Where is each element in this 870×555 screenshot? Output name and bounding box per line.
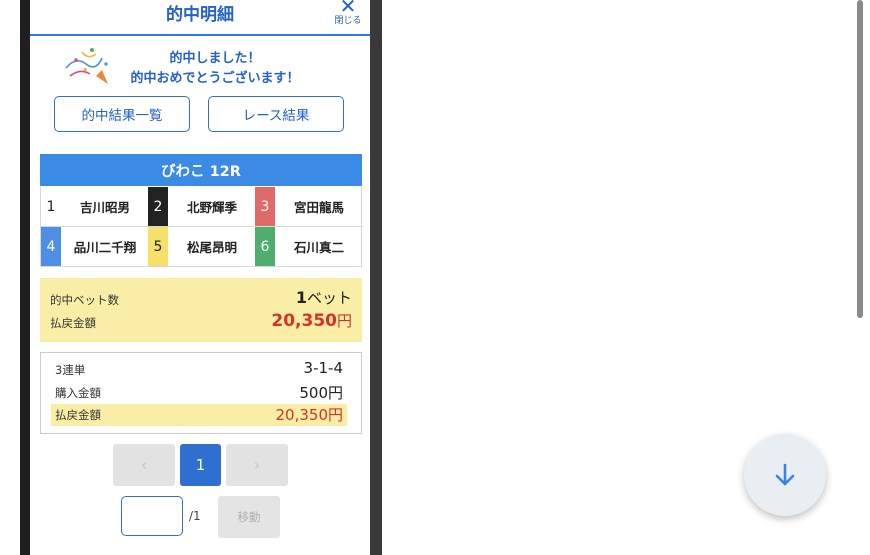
move-button[interactable]: 移動: [218, 496, 280, 538]
payout-label: 払戻金額: [50, 316, 96, 330]
bet-combination: 3-1-4: [303, 359, 343, 377]
racer-4: 4 品川二千翔: [41, 227, 148, 266]
hit-summary: 的中ベット数 1ベット 払戻金額 20,350円: [40, 278, 362, 342]
racer-name: 吉川昭男: [79, 200, 130, 215]
close-icon: ✕: [339, 0, 357, 18]
modal-frame-right: [370, 0, 382, 555]
next-page-button[interactable]: ›: [226, 444, 288, 486]
detail-payout-row: 払戻金額 20,350円: [51, 404, 347, 426]
modal-header: 的中明細 ✕ 閉じる: [30, 0, 370, 36]
congrats-message: 的中しました！ 的中おめでとうございます！: [30, 44, 370, 88]
purchase-row: 購入金額 500円: [51, 382, 347, 404]
racer-6: 6 石川真二: [255, 227, 362, 266]
racer-number: 6: [255, 227, 275, 266]
scrollbar-thumb[interactable]: [857, 0, 863, 318]
racer-name: 品川二千翔: [73, 240, 137, 255]
detail-payout-label: 払戻金額: [55, 408, 101, 422]
racer-number: 1: [41, 187, 61, 226]
racer-name: 松尾昂明: [186, 240, 237, 255]
hit-bets-label: 的中ベット数: [50, 293, 119, 307]
bet-type: 3連単: [55, 363, 86, 377]
racer-name: 石川真二: [293, 240, 344, 255]
bet-type-row: 3連単 3-1-4: [51, 359, 347, 381]
congrats-line-2: 的中おめでとうございます！: [130, 71, 300, 86]
page-total: /1: [189, 509, 201, 523]
modal-title: 的中明細: [166, 5, 234, 25]
racer-name: 北野輝季: [186, 200, 237, 215]
racer-1: 1 吉川昭男: [41, 187, 148, 226]
racer-number: 2: [148, 187, 168, 226]
racer-3: 3 宮田龍馬: [255, 187, 362, 226]
race-results-button[interactable]: レース結果: [208, 96, 344, 132]
detail-payout-value: 20,350円: [275, 406, 344, 424]
hit-bets-count: 1: [295, 288, 307, 307]
arrow-down-icon: [775, 463, 795, 486]
hit-detail-modal: 的中明細 ✕ 閉じる 的中しました！ 的中おめでとうございます！ 的中結果一覧 …: [30, 0, 370, 555]
prev-page-button[interactable]: ‹: [113, 444, 175, 486]
close-button[interactable]: ✕ 閉じる: [332, 0, 364, 30]
race-title: びわこ 12R: [40, 154, 362, 186]
hit-bets-value: 1ベット: [296, 287, 352, 308]
scroll-down-button[interactable]: [744, 434, 826, 516]
racer-name: 宮田龍馬: [293, 200, 344, 215]
purchase-label: 購入金額: [55, 386, 101, 400]
racer-number: 5: [148, 227, 168, 266]
purchase-value: 500円: [299, 384, 343, 402]
payout-unit: 円: [336, 312, 352, 330]
racer-table: 1 吉川昭男 2 北野輝季 3 宮田龍馬 4 品川二千翔 5 松尾昂明 6 石川…: [40, 187, 363, 267]
payout-amount: 20,350: [271, 311, 337, 331]
hit-results-list-button[interactable]: 的中結果一覧: [54, 96, 190, 132]
congrats-line-1: 的中しました！: [169, 51, 261, 66]
hit-bets-unit: ベット: [306, 289, 352, 307]
racer-2: 2 北野輝季: [148, 187, 255, 226]
page-number-input[interactable]: [121, 496, 183, 536]
racer-5: 5 松尾昂明: [148, 227, 255, 266]
left-background: [0, 0, 20, 555]
current-page-button[interactable]: 1: [180, 444, 221, 486]
close-label: 閉じる: [334, 16, 362, 26]
payout-value: 20,350円: [271, 310, 352, 331]
racer-number: 4: [41, 227, 61, 266]
racer-number: 3: [255, 187, 275, 226]
bet-detail: 3連単 3-1-4 購入金額 500円 払戻金額 20,350円: [40, 352, 362, 434]
